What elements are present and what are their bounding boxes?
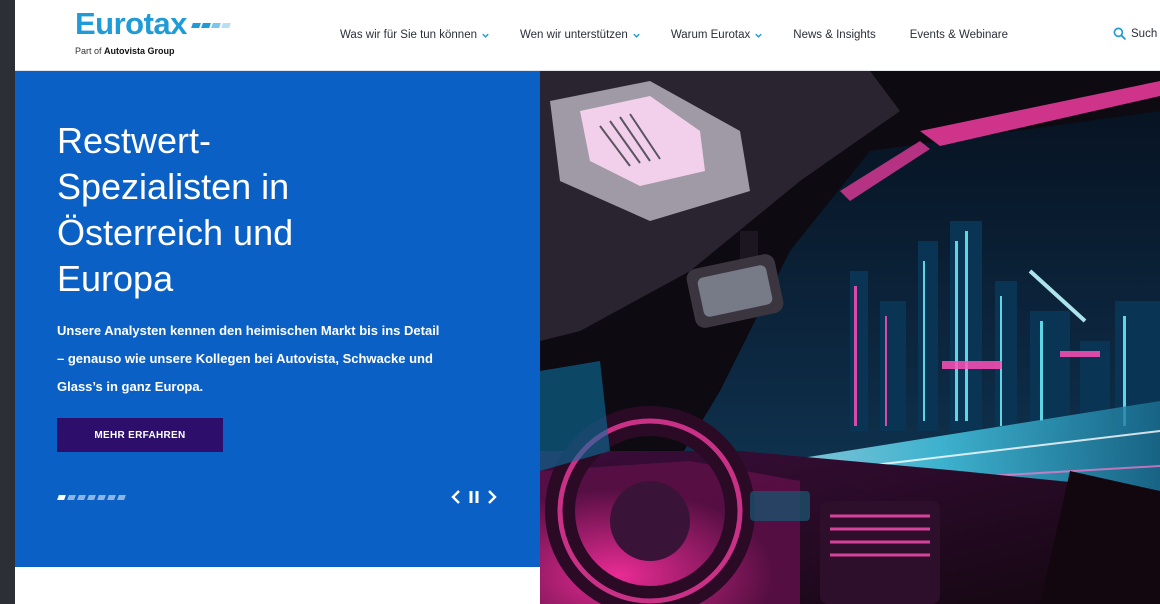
content-area	[15, 567, 540, 604]
hero-text-line: Unsere Analysten kennen den heimischen M…	[57, 323, 440, 338]
search-label: Such	[1131, 27, 1158, 40]
hero-text-line: Glass’s in ganz Europa.	[57, 379, 204, 394]
slide-dot[interactable]	[87, 495, 96, 500]
nav-label: News & Insights	[793, 29, 876, 41]
main-nav: Was wir für Sie tun können Wen wir unter…	[340, 0, 1042, 70]
hero-title-line: Österreich und	[57, 212, 294, 253]
pause-icon	[469, 491, 479, 503]
slide-indicators	[57, 495, 128, 500]
chevron-down-icon	[633, 33, 640, 38]
logo-dashes-icon	[191, 15, 232, 33]
nav-label: Warum Eurotax	[670, 29, 751, 41]
logo-tagline: Part of Autovista Group	[75, 46, 232, 56]
slide-dot[interactable]	[107, 495, 116, 500]
nav-item-services[interactable]: Was wir für Sie tun können	[340, 29, 490, 41]
hero-panel: Restwert- Spezialisten in Österreich und…	[15, 71, 540, 567]
slide-dot[interactable]	[77, 495, 86, 500]
logo-tagline-brand: Autovista Group	[104, 46, 175, 56]
nav-label: Was wir für Sie tun können	[340, 29, 477, 41]
chevron-right-icon	[488, 490, 497, 504]
nav-label: Wen wir unterstützen	[520, 29, 628, 41]
hero-title-line: Europa	[57, 258, 174, 299]
hero-description: Unsere Analysten kennen den heimischen M…	[57, 317, 497, 401]
hero-text-line: – genauso wie unsere Kollegen bei Autovi…	[57, 351, 433, 366]
prev-slide-button[interactable]	[447, 488, 465, 506]
page: Eurotax Part of Autovista Group Was wir …	[15, 0, 1160, 604]
slide-dot[interactable]	[97, 495, 106, 500]
next-slide-button[interactable]	[483, 488, 501, 506]
chevron-down-icon	[482, 33, 489, 38]
chevron-down-icon	[755, 33, 762, 38]
logo-tagline-prefix: Part of	[75, 46, 105, 56]
slider-controls	[447, 488, 501, 506]
hero-title: Restwert- Spezialisten in Österreich und…	[57, 118, 477, 302]
logo-wordmark: Eurotax	[75, 6, 187, 41]
slide-dot[interactable]	[117, 495, 126, 500]
hero-title-line: Spezialisten in	[57, 166, 290, 207]
site-header: Eurotax Part of Autovista Group Was wir …	[15, 0, 1160, 71]
chevron-left-icon	[451, 490, 460, 504]
eurotax-logo[interactable]: Eurotax Part of Autovista Group	[75, 8, 232, 56]
nav-item-why-eurotax[interactable]: Warum Eurotax	[671, 29, 763, 41]
car-interior-illustration	[540, 71, 1160, 604]
hero-car-interior-image	[540, 71, 1160, 604]
pause-button[interactable]	[465, 488, 483, 506]
slide-dot[interactable]	[57, 495, 66, 500]
nav-label: Events & Webinare	[909, 29, 1008, 41]
nav-item-events[interactable]: Events & Webinare	[910, 29, 1008, 41]
mehr-erfahren-button[interactable]: MEHR ERFAHREN	[57, 418, 223, 452]
nav-item-news[interactable]: News & Insights	[793, 29, 875, 41]
slide-dot[interactable]	[67, 495, 76, 500]
hero-title-line: Restwert-	[57, 120, 212, 161]
nav-item-clients[interactable]: Wen wir unterstützen	[520, 29, 641, 41]
search-icon	[1113, 27, 1126, 40]
search-button[interactable]: Such	[1113, 27, 1157, 40]
